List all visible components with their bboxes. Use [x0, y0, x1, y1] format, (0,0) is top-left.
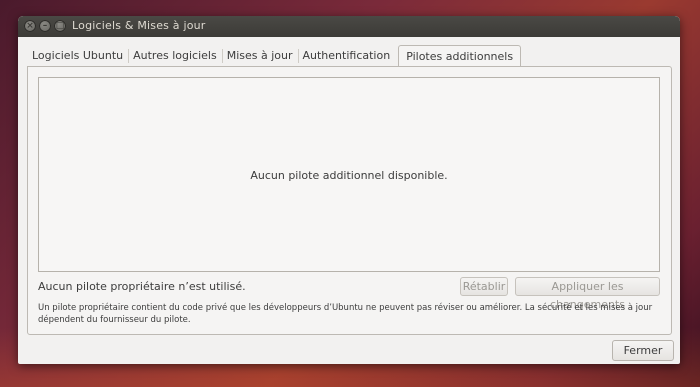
- proprietary-driver-note: Un pilote propriétaire contient du code …: [38, 302, 658, 326]
- software-updates-window: × – □ Logiciels & Mises à jour Logiciels…: [18, 16, 680, 364]
- tab-bar: Logiciels Ubuntu Autres logiciels Mises …: [27, 45, 522, 69]
- window-title: Logiciels & Mises à jour: [72, 19, 206, 32]
- tab-authentification[interactable]: Authentification: [297, 45, 396, 68]
- apply-changes-button[interactable]: Appliquer les changements: [515, 277, 660, 311]
- close-window-icon[interactable]: ×: [24, 20, 36, 32]
- driver-status-text: Aucun pilote propriétaire n’est utilisé.: [38, 280, 246, 293]
- revert-button[interactable]: Rétablir: [460, 277, 508, 296]
- drivers-list[interactable]: Aucun pilote additionnel disponible.: [38, 77, 660, 272]
- note-line-1: Un pilote propriétaire contient du code …: [38, 303, 653, 313]
- empty-drivers-message: Aucun pilote additionnel disponible.: [250, 169, 448, 182]
- drivers-panel: Aucun pilote additionnel disponible. Auc…: [27, 66, 672, 335]
- title-bar: × – □ Logiciels & Mises à jour: [18, 16, 680, 37]
- tab-autres-logiciels[interactable]: Autres logiciels: [128, 45, 222, 68]
- maximize-window-icon[interactable]: □: [54, 20, 66, 32]
- minimize-window-icon[interactable]: –: [39, 20, 51, 32]
- tab-mises-a-jour[interactable]: Mises à jour: [221, 45, 298, 68]
- tab-logiciels-ubuntu[interactable]: Logiciels Ubuntu: [27, 45, 129, 68]
- close-button[interactable]: Fermer: [612, 340, 674, 361]
- note-line-2: dépendent du fournisseur du pilote.: [38, 315, 191, 325]
